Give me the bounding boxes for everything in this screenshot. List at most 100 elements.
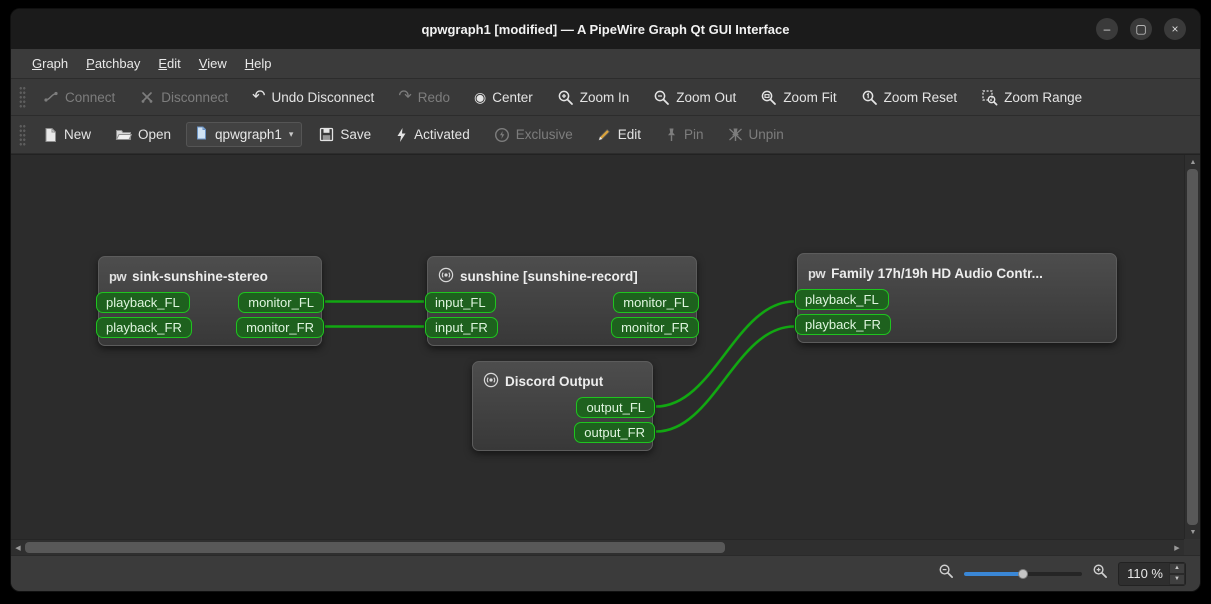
lightning-icon (395, 127, 408, 143)
open-button[interactable]: Open (106, 122, 180, 148)
new-file-icon (43, 127, 58, 143)
edit-button[interactable]: Edit (588, 122, 650, 147)
menu-edit[interactable]: Edit (149, 52, 189, 75)
speaker-icon (438, 267, 454, 286)
connect-button[interactable]: Connect (34, 84, 124, 110)
close-button[interactable]: × (1164, 18, 1186, 40)
minimize-icon: – (1103, 22, 1111, 36)
spin-down-button[interactable]: ▼ (1169, 573, 1185, 585)
connect-label: Connect (65, 89, 116, 105)
menu-patchbay[interactable]: Patchbay (77, 52, 149, 75)
menu-view[interactable]: View (190, 52, 236, 75)
zoom-fit-button[interactable]: Zoom Fit (751, 84, 845, 111)
zoom-spinbox[interactable]: 110 % ▲ ▼ (1118, 561, 1186, 586)
maximize-button[interactable]: ▢ (1130, 18, 1152, 40)
zoom-out-icon[interactable] (938, 563, 954, 584)
scroll-right-icon[interactable]: ▶ (1170, 540, 1184, 556)
menubar: Graph Patchbay Edit View Help (11, 49, 1200, 79)
redo-icon: ↷ (398, 88, 412, 105)
connections-layer (324, 300, 795, 433)
node-title-text: Family 17h/19h HD Audio Contr... (831, 265, 1043, 281)
minimize-button[interactable]: – (1096, 18, 1118, 40)
app-window: qpwgraph1 [modified] — A PipeWire Graph … (10, 8, 1201, 592)
port-input-fr[interactable]: input_FR (425, 317, 498, 338)
new-button[interactable]: New (34, 122, 100, 148)
zoom-out-icon (653, 89, 670, 106)
pin-button[interactable]: Pin (656, 122, 713, 147)
graph-node-family-hd-audio[interactable]: pw Family 17h/19h HD Audio Contr... play… (795, 253, 1117, 343)
center-label: Center (492, 89, 533, 105)
menu-help[interactable]: Help (236, 52, 281, 75)
zoom-reset-label: Zoom Reset (883, 89, 958, 105)
menu-graph[interactable]: Graph (23, 52, 77, 75)
speaker-icon (483, 372, 499, 391)
port-monitor-fl[interactable]: monitor_FL (613, 292, 699, 313)
zoom-range-icon (981, 89, 998, 106)
window-title: qpwgraph1 [modified] — A PipeWire Graph … (421, 21, 790, 37)
zoom-slider-handle[interactable] (1018, 568, 1029, 579)
toolbar-grip[interactable] (19, 123, 26, 146)
activated-button[interactable]: Activated (386, 122, 479, 148)
port-monitor-fr[interactable]: monitor_FR (611, 317, 699, 338)
disconnect-label: Disconnect (161, 89, 229, 105)
node-title: Discord Output (473, 367, 652, 395)
scroll-up-icon[interactable]: ▲ (1185, 155, 1200, 169)
toolbar-file: New Open qpwgraph1 ▾ Save Activated Excl… (11, 116, 1200, 154)
close-icon: × (1171, 22, 1179, 36)
port-playback-fr[interactable]: playback_FR (96, 317, 192, 338)
port-output-fr[interactable]: output_FR (574, 422, 655, 443)
undo-disconnect-button[interactable]: ↶ Undo Disconnect (243, 85, 383, 110)
exclusive-label: Exclusive (515, 127, 573, 142)
undo-icon: ↶ (252, 88, 266, 105)
open-folder-icon (115, 127, 133, 143)
vertical-scrollbar-thumb[interactable] (1187, 169, 1198, 525)
zoom-value: 110 % (1127, 566, 1163, 581)
scroll-left-icon[interactable]: ◀ (11, 540, 25, 556)
port-input-fl[interactable]: input_FL (425, 292, 496, 313)
graph-node-sink-sunshine-stereo[interactable]: pw sink-sunshine-stereo playback_FL moni… (96, 256, 324, 346)
chevron-down-icon: ▾ (288, 129, 294, 139)
port-output-fl[interactable]: output_FL (576, 397, 655, 418)
node-title: pw sink-sunshine-stereo (99, 262, 321, 290)
disconnect-icon (139, 89, 155, 105)
patchbay-combo[interactable]: qpwgraph1 ▾ (186, 122, 303, 147)
zoom-out-button[interactable]: Zoom Out (644, 84, 745, 111)
open-label: Open (138, 127, 172, 142)
center-button[interactable]: ◉ Center (465, 85, 542, 110)
statusbar: 110 % ▲ ▼ (11, 555, 1200, 591)
zoom-slider[interactable] (964, 566, 1083, 582)
spin-up-button[interactable]: ▲ (1169, 562, 1185, 574)
save-label: Save (340, 127, 372, 142)
undo-disconnect-label: Undo Disconnect (271, 89, 375, 105)
exclusive-button[interactable]: Exclusive (485, 122, 582, 148)
redo-label: Redo (417, 89, 450, 105)
zoom-out-label: Zoom Out (676, 89, 737, 105)
save-button[interactable]: Save (310, 122, 380, 147)
zoom-range-button[interactable]: Zoom Range (972, 84, 1091, 111)
vertical-scrollbar[interactable]: ▲ ▼ (1184, 155, 1200, 539)
unpin-button[interactable]: Unpin (719, 122, 793, 147)
zoom-range-label: Zoom Range (1004, 89, 1083, 105)
toolbar-grip[interactable] (19, 86, 26, 108)
port-monitor-fr[interactable]: monitor_FR (236, 317, 324, 338)
horizontal-scrollbar-thumb[interactable] (25, 542, 725, 553)
graph-node-sunshine[interactable]: sunshine [sunshine-record] input_FL moni… (425, 256, 699, 346)
zoom-reset-button[interactable]: Zoom Reset (852, 84, 967, 111)
node-title-text: sink-sunshine-stereo (132, 268, 268, 284)
node-title: sunshine [sunshine-record] (428, 262, 696, 290)
port-monitor-fl[interactable]: monitor_FL (238, 292, 324, 313)
port-playback-fl[interactable]: playback_FL (795, 289, 889, 310)
unpin-label: Unpin (748, 127, 784, 142)
new-label: New (64, 127, 92, 142)
graph-canvas[interactable]: pw sink-sunshine-stereo playback_FL moni… (11, 155, 1184, 539)
pin-label: Pin (684, 127, 704, 142)
horizontal-scrollbar[interactable]: ◀ ▶ (11, 539, 1184, 555)
scroll-down-icon[interactable]: ▼ (1185, 525, 1200, 539)
graph-node-discord-output[interactable]: Discord Output output_FL output_FR (472, 361, 655, 451)
port-playback-fr[interactable]: playback_FR (795, 314, 891, 335)
redo-button[interactable]: ↷ Redo (389, 85, 459, 110)
disconnect-button[interactable]: Disconnect (130, 84, 237, 110)
port-playback-fl[interactable]: playback_FL (96, 292, 190, 313)
zoom-in-button[interactable]: Zoom In (548, 84, 639, 111)
zoom-in-icon[interactable] (1092, 563, 1108, 584)
